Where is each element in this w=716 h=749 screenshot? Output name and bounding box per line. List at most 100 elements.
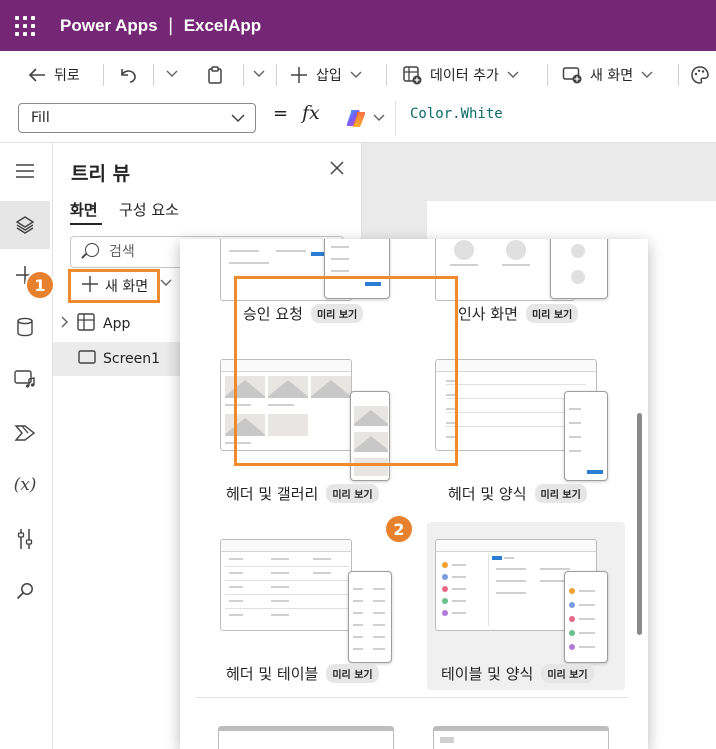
search-icon[interactable] (0, 571, 50, 611)
selected-template-outline (234, 276, 458, 466)
data-cylinder-icon[interactable] (0, 307, 50, 347)
callout-badge-2: 2 (384, 514, 414, 544)
theme-button[interactable] (690, 65, 710, 85)
chevron-down-icon (641, 71, 653, 78)
tree-view-title: 트리 뷰 (71, 163, 131, 185)
property-dropdown[interactable]: Fill (18, 103, 256, 133)
new-screen-label: 새 화면 (105, 279, 149, 295)
formula-bar: Fill = fx Color.White (0, 99, 716, 143)
insert-label: 삽입 (316, 68, 342, 84)
search-placeholder: 검색 (109, 244, 135, 260)
active-tab-indicator (70, 223, 102, 225)
chevron-down-icon (350, 71, 362, 78)
title-separator: | (167, 15, 174, 36)
app-header: Power Apps | ExcelApp (0, 0, 716, 51)
back-button[interactable]: 뒤로 (28, 65, 80, 85)
new-screen-command-button[interactable]: 새 화면 (562, 65, 653, 85)
left-nav-rail: (𝑥) (0, 143, 53, 749)
template-phone-preview (348, 571, 392, 663)
toolbar-divider (276, 64, 277, 86)
preview-badge[interactable]: 미리 보기 (326, 484, 379, 503)
toolbar-divider (678, 64, 679, 86)
screen-icon (78, 350, 96, 368)
chevron-down-icon (507, 71, 519, 78)
template-name: 헤더 및 테이블 (226, 665, 319, 683)
preview-badge[interactable]: 미리 보기 (541, 664, 594, 683)
chevron-right-icon[interactable] (61, 316, 69, 332)
template-header-gallery[interactable]: 헤더 및 갤러리 미리 보기 (226, 483, 379, 504)
undo-button[interactable] (118, 66, 138, 84)
template-name: 인사 화면 (458, 305, 518, 323)
new-screen-chevron-down-icon[interactable] (160, 276, 172, 290)
add-data-button[interactable]: 데이터 추가 (402, 65, 519, 85)
toolbar-divider (547, 64, 548, 86)
paste-button[interactable] (206, 65, 224, 85)
hamburger-menu-icon[interactable] (0, 151, 50, 191)
template-name: 헤더 및 양식 (448, 485, 527, 503)
chevron-down-icon (373, 114, 384, 121)
undo-icon (121, 69, 136, 83)
template-phone-preview (564, 571, 608, 663)
paste-chevron-down-icon[interactable] (253, 67, 265, 81)
undo-chevron-down-icon[interactable] (166, 67, 178, 81)
template-header-form[interactable]: 헤더 및 양식 미리 보기 (448, 483, 587, 504)
fx-icon[interactable]: fx (302, 102, 320, 124)
product-name: Power Apps (60, 15, 158, 35)
preview-badge[interactable]: 미리 보기 (534, 484, 587, 503)
copilot-button[interactable] (334, 101, 396, 135)
tree-view-layers-icon[interactable] (0, 201, 50, 249)
new-screen-command-label: 새 화면 (590, 68, 634, 84)
insert-button[interactable]: 삽입 (290, 65, 362, 85)
callout-badge-1: 1 (25, 270, 55, 300)
search-icon (85, 243, 99, 257)
back-label: 뒤로 (54, 68, 80, 84)
toolbar-divider (386, 64, 387, 86)
template-people-screen[interactable]: 인사 화면 미리 보기 (458, 303, 579, 324)
template-thumbnail-partial[interactable] (218, 726, 394, 749)
section-divider (196, 697, 628, 698)
preview-badge[interactable]: 미리 보기 (525, 304, 579, 323)
flyout-scrollbar[interactable] (637, 413, 642, 635)
equals-sign: = (273, 103, 289, 124)
template-table-form[interactable]: 테이블 및 양식 미리 보기 (441, 663, 594, 684)
toolbar-divider (243, 64, 244, 86)
template-phone-preview (564, 391, 608, 481)
template-header-table[interactable]: 헤더 및 테이블 미리 보기 (226, 663, 379, 684)
tree-item-label: App (103, 316, 131, 332)
toolbar-divider (153, 64, 154, 86)
close-icon[interactable] (329, 157, 345, 181)
template-name: 테이블 및 양식 (441, 665, 534, 683)
plus-icon (81, 274, 99, 299)
app-launcher-icon[interactable] (12, 13, 38, 39)
copilot-icon (346, 110, 365, 127)
palette-icon (691, 66, 709, 84)
tab-components[interactable]: 구성 요소 (119, 199, 179, 220)
tab-screens[interactable]: 화면 (70, 199, 98, 220)
tree-item-screen1[interactable]: Screen1 (53, 342, 180, 376)
toolbar-divider (103, 64, 104, 86)
variables-icon[interactable]: (𝑥) (0, 465, 50, 505)
preview-badge[interactable]: 미리 보기 (326, 664, 379, 683)
app-icon (77, 313, 95, 335)
formula-input[interactable]: Color.White (410, 106, 503, 122)
screen-add-icon (562, 67, 582, 84)
chevron-down-icon (231, 104, 245, 142)
template-thumbnail-header-table[interactable] (220, 539, 352, 631)
power-automate-icon[interactable] (0, 413, 50, 453)
tree-item-app[interactable]: App (53, 307, 180, 341)
template-name: 헤더 및 갤러리 (226, 485, 319, 503)
add-data-label: 데이터 추가 (430, 68, 499, 84)
advanced-tools-icon[interactable] (0, 519, 50, 559)
clipboard-icon (208, 66, 222, 84)
app-file-name: ExcelApp (183, 15, 262, 35)
template-phone-preview (550, 239, 608, 299)
table-add-icon (403, 66, 422, 85)
tree-item-label: Screen1 (103, 351, 161, 367)
property-value: Fill (31, 110, 50, 126)
plus-icon (291, 67, 307, 83)
media-icon[interactable] (0, 359, 50, 399)
arrow-left-icon (28, 68, 45, 82)
command-bar: 뒤로 삽입 데이터 추가 새 화면 (0, 51, 716, 99)
new-screen-button[interactable]: 새 화면 (68, 269, 160, 303)
template-thumbnail-partial[interactable] (433, 726, 609, 749)
